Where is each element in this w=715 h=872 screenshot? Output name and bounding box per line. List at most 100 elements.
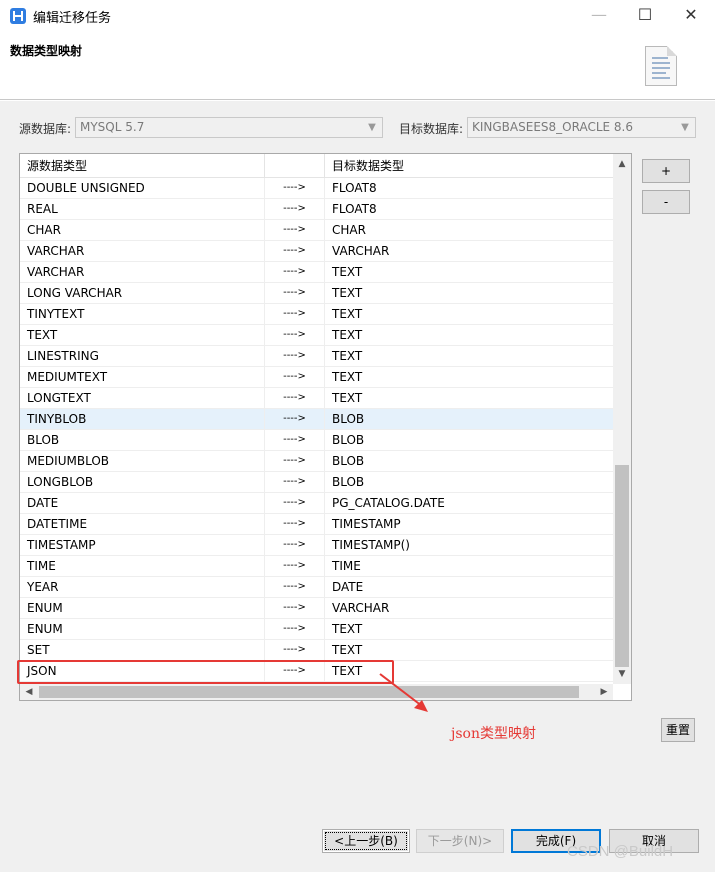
close-button[interactable]: ✕	[668, 0, 714, 32]
target-type-cell: TEXT	[332, 286, 363, 300]
type-mapping-table[interactable]: 源数据类型 目标数据类型 DOUBLE UNSIGNED ----> FLOAT8 R…	[19, 153, 632, 701]
target-type-cell: TEXT	[332, 622, 363, 636]
minimize-button[interactable]: —	[576, 0, 622, 32]
source-db-select[interactable]: MYSQL 5.7 ▼	[75, 117, 383, 138]
source-type-cell: VARCHAR	[20, 241, 265, 261]
target-type-cell: TEXT	[332, 349, 363, 363]
table-row[interactable]: VARCHAR ----> TEXT	[20, 262, 613, 283]
annotation-highlight-box	[17, 660, 394, 684]
mapping-arrow-cell: ---->	[265, 262, 325, 282]
previous-step-button[interactable]: <上一步(B)	[322, 829, 410, 853]
target-type-cell: BLOB	[332, 475, 365, 489]
table-row[interactable]: DATETIME ----> TIMESTAMP	[20, 514, 613, 535]
mapping-arrow-cell: ---->	[265, 241, 325, 261]
table-row[interactable]: LONG VARCHAR ----> TEXT	[20, 283, 613, 304]
mapping-arrow-cell: ---->	[265, 430, 325, 450]
add-mapping-button[interactable]: +	[642, 159, 690, 183]
table-row[interactable]: YEAR ----> DATE	[20, 577, 613, 598]
mapping-arrow-cell: ---->	[265, 178, 325, 198]
table-row[interactable]: SET ----> TEXT	[20, 640, 613, 661]
table-row[interactable]: VARCHAR ----> VARCHAR	[20, 241, 613, 262]
table-row[interactable]: LONGTEXT ----> TEXT	[20, 388, 613, 409]
mapping-arrow-cell: ---->	[265, 535, 325, 555]
horizontal-scrollbar[interactable]: ◀ ▶	[20, 684, 613, 700]
document-icon	[645, 46, 677, 86]
next-step-button[interactable]: 下一步(N)>	[416, 829, 504, 853]
target-type-cell: TEXT	[332, 370, 363, 384]
table-row[interactable]: ENUM ----> VARCHAR	[20, 598, 613, 619]
column-header-source[interactable]: 源数据类型	[20, 154, 265, 178]
source-type-cell: TINYTEXT	[20, 304, 265, 324]
mapping-arrow-cell: ---->	[265, 514, 325, 534]
target-type-cell: TEXT	[332, 328, 363, 342]
mapping-arrow-cell: ---->	[265, 556, 325, 576]
column-header-target[interactable]: 目标数据类型	[325, 154, 613, 178]
scroll-right-icon[interactable]: ▶	[596, 684, 612, 700]
mapping-arrow-cell: ---->	[265, 619, 325, 639]
source-db-value: MYSQL 5.7	[80, 120, 145, 134]
table-row[interactable]: LONGBLOB ----> BLOB	[20, 472, 613, 493]
source-type-cell: TEXT	[20, 325, 265, 345]
source-type-cell: TINYBLOB	[20, 409, 265, 429]
column-header-arrow[interactable]	[265, 154, 325, 178]
horizontal-scroll-thumb[interactable]	[39, 686, 579, 698]
target-type-cell: TIMESTAMP	[332, 517, 401, 531]
table-row[interactable]: REAL ----> FLOAT8	[20, 199, 613, 220]
source-type-cell: SET	[20, 640, 265, 660]
page-title: 数据类型映射	[10, 44, 83, 58]
source-type-cell: VARCHAR	[20, 262, 265, 282]
maximize-button[interactable]: ☐	[622, 0, 668, 32]
target-type-cell: CHAR	[332, 223, 366, 237]
watermark: CSDN @BuildH	[567, 843, 674, 860]
scroll-left-icon[interactable]: ◀	[21, 684, 37, 700]
target-type-cell: FLOAT8	[332, 181, 377, 195]
remove-mapping-button[interactable]: -	[642, 190, 690, 214]
source-type-cell: LONGBLOB	[20, 472, 265, 492]
table-row[interactable]: TINYTEXT ----> TEXT	[20, 304, 613, 325]
table-row[interactable]: DATE ----> PG_CATALOG.DATE	[20, 493, 613, 514]
target-db-select[interactable]: KINGBASEES8_ORACLE 8.6 ▼	[467, 117, 696, 138]
target-type-cell: TIMESTAMP()	[332, 538, 410, 552]
mapping-arrow-cell: ---->	[265, 220, 325, 240]
scroll-down-icon[interactable]: ▼	[614, 666, 630, 682]
mapping-arrow-cell: ---->	[265, 346, 325, 366]
table-row[interactable]: DOUBLE UNSIGNED ----> FLOAT8	[20, 178, 613, 199]
source-type-cell: TIME	[20, 556, 265, 576]
source-type-cell: ENUM	[20, 619, 265, 639]
table-row[interactable]: BLOB ----> BLOB	[20, 430, 613, 451]
table-row[interactable]: TINYBLOB ----> BLOB	[20, 409, 613, 430]
window-title: 编辑迁移任务	[33, 11, 112, 26]
app-logo-icon	[10, 8, 26, 24]
target-type-cell: FLOAT8	[332, 202, 377, 216]
source-type-cell: LONGTEXT	[20, 388, 265, 408]
table-row[interactable]: MEDIUMTEXT ----> TEXT	[20, 367, 613, 388]
source-type-cell: LINESTRING	[20, 346, 265, 366]
table-row[interactable]: TEXT ----> TEXT	[20, 325, 613, 346]
target-type-cell: PG_CATALOG.DATE	[332, 496, 445, 510]
chevron-down-icon: ▼	[681, 122, 689, 133]
target-type-cell: BLOB	[332, 454, 365, 468]
mapping-arrow-cell: ---->	[265, 325, 325, 345]
reset-button[interactable]: 重置	[661, 718, 695, 742]
table-row[interactable]: MEDIUMBLOB ----> BLOB	[20, 451, 613, 472]
table-row[interactable]: TIME ----> TIME	[20, 556, 613, 577]
source-type-cell: ENUM	[20, 598, 265, 618]
vertical-scroll-thumb[interactable]	[615, 465, 629, 667]
table-row[interactable]: TIMESTAMP ----> TIMESTAMP()	[20, 535, 613, 556]
mapping-arrow-cell: ---->	[265, 640, 325, 660]
mapping-arrow-cell: ---->	[265, 304, 325, 324]
source-type-cell: TIMESTAMP	[20, 535, 265, 555]
scroll-up-icon[interactable]: ▲	[614, 156, 630, 172]
mapping-arrow-cell: ---->	[265, 367, 325, 387]
mapping-arrow-cell: ---->	[265, 199, 325, 219]
source-type-cell: CHAR	[20, 220, 265, 240]
chevron-down-icon: ▼	[368, 122, 376, 133]
table-row[interactable]: CHAR ----> CHAR	[20, 220, 613, 241]
annotation-arrow	[379, 673, 428, 712]
vertical-scrollbar[interactable]: ▲ ▼	[613, 154, 631, 684]
mapping-arrow-cell: ---->	[265, 451, 325, 471]
target-type-cell: TEXT	[332, 643, 363, 657]
source-type-cell: DATETIME	[20, 514, 265, 534]
table-row[interactable]: ENUM ----> TEXT	[20, 619, 613, 640]
table-row[interactable]: LINESTRING ----> TEXT	[20, 346, 613, 367]
